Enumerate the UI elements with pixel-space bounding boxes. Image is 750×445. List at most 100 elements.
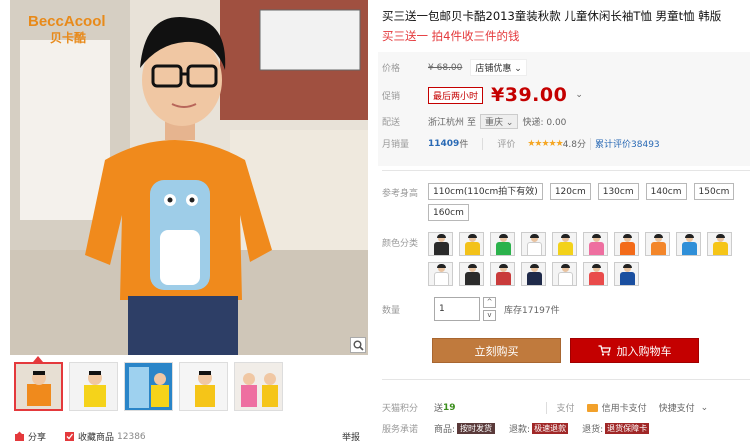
- return-label: 退货:: [582, 425, 604, 435]
- express-fee: 快递: 0.00: [522, 118, 567, 128]
- favorite-button[interactable]: 收藏商品 12386: [64, 430, 146, 443]
- swatch-hair: [437, 264, 446, 268]
- add-to-cart-button[interactable]: 加入购物车: [570, 338, 699, 363]
- swatch-hair: [499, 234, 508, 238]
- main-product-image[interactable]: BeccAcool 贝卡酷: [10, 0, 368, 355]
- color-swatch[interactable]: [552, 232, 577, 256]
- color-selector: 颜色分类: [382, 232, 748, 286]
- color-swatch[interactable]: [645, 232, 670, 256]
- color-swatch[interactable]: [459, 262, 484, 286]
- color-swatches: [428, 232, 748, 286]
- size-option[interactable]: 130cm: [597, 183, 639, 200]
- color-swatch[interactable]: [552, 262, 577, 286]
- chevron-down-icon: ⌄: [505, 118, 514, 128]
- swatch-shirt: [651, 242, 666, 255]
- brand-logo: BeccAcool: [28, 13, 106, 30]
- size-option[interactable]: 110cm(110cm拍下有效): [428, 183, 543, 200]
- color-swatch[interactable]: [428, 262, 453, 286]
- divider: [482, 137, 484, 150]
- thumbnail-4[interactable]: [179, 362, 228, 411]
- favorite-label: 收藏商品: [78, 433, 115, 443]
- color-swatch[interactable]: [614, 232, 639, 256]
- goods-label: 商品:: [434, 425, 456, 435]
- swatch-shirt: [682, 242, 697, 255]
- swatch-hair: [716, 234, 725, 238]
- size-option[interactable]: 150cm: [693, 183, 735, 200]
- rating-score: 4.8分: [562, 140, 587, 150]
- swatch-shirt: [465, 242, 480, 255]
- goods-tag: 按时发货: [457, 423, 496, 434]
- original-price: ¥ 68.00: [428, 62, 463, 73]
- swatch-hair: [437, 234, 446, 238]
- thumbnail-1[interactable]: [14, 362, 63, 411]
- service-label: 服务承诺: [382, 425, 419, 435]
- swatch-shirt: [558, 272, 573, 285]
- swatch-hair: [468, 264, 477, 268]
- swatch-shirt: [589, 242, 604, 255]
- size-option[interactable]: 140cm: [645, 183, 687, 200]
- share-label: 分享: [28, 433, 47, 443]
- zoom-icon[interactable]: [350, 337, 366, 353]
- return-tag: 退货保障卡: [605, 423, 650, 434]
- quantity-up-button[interactable]: ^: [483, 297, 496, 308]
- swatch-hair: [623, 264, 632, 268]
- reviews-link[interactable]: 累计评价38493: [595, 137, 660, 150]
- color-swatch[interactable]: [490, 232, 515, 256]
- swatch-hair: [592, 264, 601, 268]
- ship-to-value: 重庆: [485, 118, 504, 128]
- size-option[interactable]: 120cm: [549, 183, 591, 200]
- promo-price: ¥39.00: [491, 84, 568, 106]
- favorite-icon: [65, 432, 75, 441]
- ship-to-word: 至: [467, 118, 477, 128]
- quantity-row: 数量 1 ^ v 库存17197件: [382, 297, 560, 321]
- ship-to-select[interactable]: 重庆 ⌄: [480, 114, 519, 129]
- promo-row: 促销 最后两小时 ¥39.00 ⌄: [382, 84, 583, 106]
- swatch-shirt: [527, 272, 542, 285]
- quick-pay: 快捷支付: [658, 404, 695, 414]
- product-subtitle: 买三送一 拍4件收三件的钱: [382, 29, 520, 43]
- color-swatch[interactable]: [676, 232, 701, 256]
- report-link[interactable]: 举报: [342, 430, 360, 443]
- price-row: 价格 ¥ 68.00 店铺优惠 ⌄: [382, 59, 527, 76]
- chevron-down-icon[interactable]: ⌄: [701, 403, 709, 413]
- store-promo-label: 店铺优惠: [475, 64, 512, 74]
- swatch-shirt: [434, 272, 449, 285]
- divider: [382, 170, 750, 171]
- divider: [382, 379, 750, 380]
- color-swatch[interactable]: [428, 232, 453, 256]
- color-swatch[interactable]: [583, 232, 608, 256]
- credit-card-icon: [586, 403, 598, 412]
- refund-label: 退款:: [509, 425, 531, 435]
- rating-stars-icon: ★★★★★: [527, 138, 563, 149]
- share-button[interactable]: 分享: [14, 430, 46, 443]
- color-swatch[interactable]: [614, 262, 639, 286]
- color-swatch[interactable]: [521, 232, 546, 256]
- quantity-label: 数量: [382, 305, 401, 316]
- thumbnail-5[interactable]: [234, 362, 283, 411]
- color-swatch[interactable]: [707, 232, 732, 256]
- cart-icon: [598, 345, 611, 356]
- color-swatch[interactable]: [459, 232, 484, 256]
- color-swatch[interactable]: [490, 262, 515, 286]
- price-label: 价格: [382, 64, 401, 74]
- shipping-row: 配送 浙江杭州 至 重庆 ⌄ 快递: 0.00: [382, 114, 566, 129]
- tmall-points-row: 天猫积分 送 19 支付 信用卡支付 快捷支付 ⌄: [382, 401, 708, 414]
- add-to-cart-label: 加入购物车: [616, 344, 672, 358]
- color-swatch[interactable]: [521, 262, 546, 286]
- product-photo: BeccAcool 贝卡酷: [10, 0, 368, 355]
- thumbnail-2[interactable]: [69, 362, 118, 411]
- store-promo-dropdown[interactable]: 店铺优惠 ⌄: [470, 59, 527, 76]
- size-option[interactable]: 160cm: [428, 204, 469, 221]
- swatch-hair: [685, 234, 694, 238]
- thumbnail-3[interactable]: [124, 362, 173, 411]
- promo-badge: 最后两小时: [428, 86, 484, 104]
- sales-label: 月销量: [382, 140, 410, 150]
- quantity-input[interactable]: 1: [434, 297, 480, 321]
- divider: [590, 137, 592, 150]
- buy-now-button[interactable]: 立刻购买: [432, 338, 561, 363]
- color-swatch[interactable]: [583, 262, 608, 286]
- points-label: 天猫积分: [382, 404, 419, 414]
- quantity-down-button[interactable]: v: [483, 310, 496, 321]
- swatch-shirt: [713, 242, 728, 255]
- chevron-down-icon[interactable]: ⌄: [575, 90, 583, 100]
